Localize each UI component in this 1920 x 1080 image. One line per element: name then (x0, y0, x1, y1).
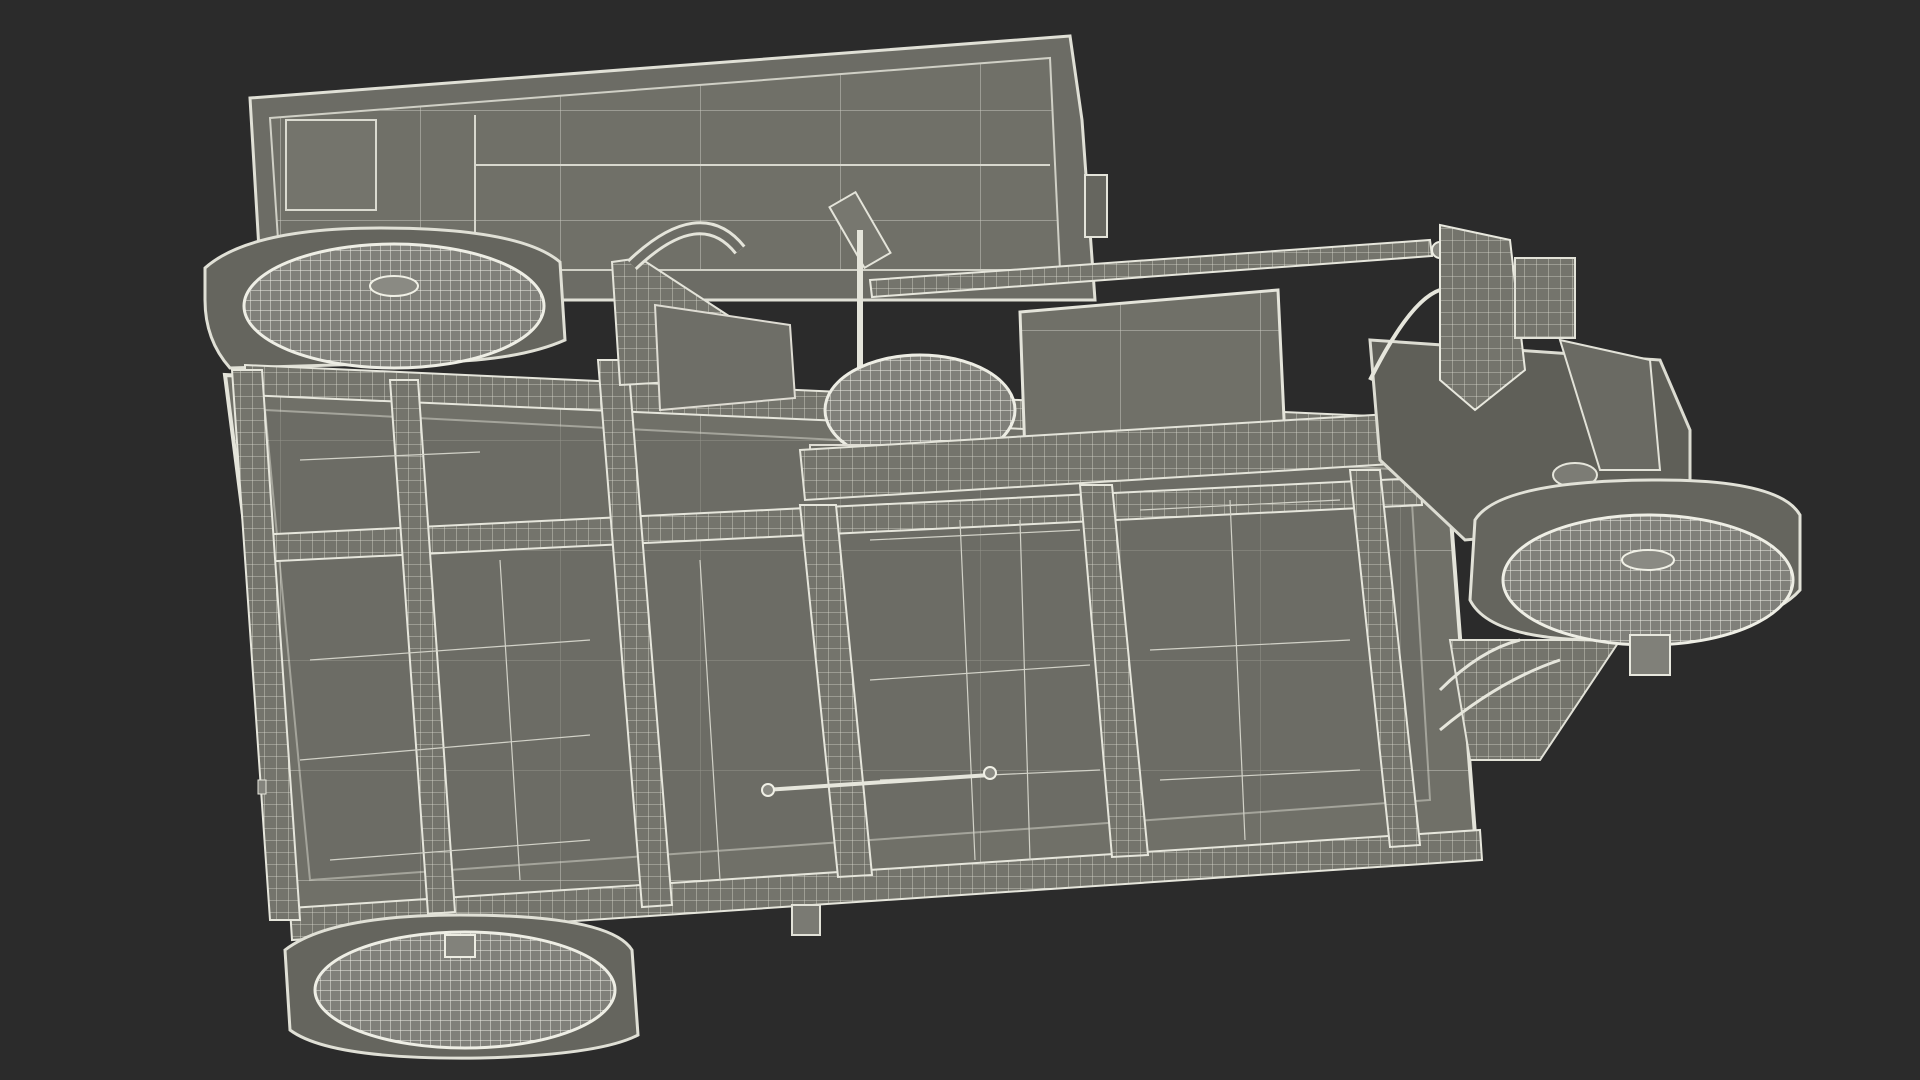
rear-right-wheel (283, 913, 640, 1060)
wireframe-model (203, 34, 1802, 1060)
render-viewport (0, 0, 1920, 1080)
rear-left-wheel (203, 226, 567, 370)
